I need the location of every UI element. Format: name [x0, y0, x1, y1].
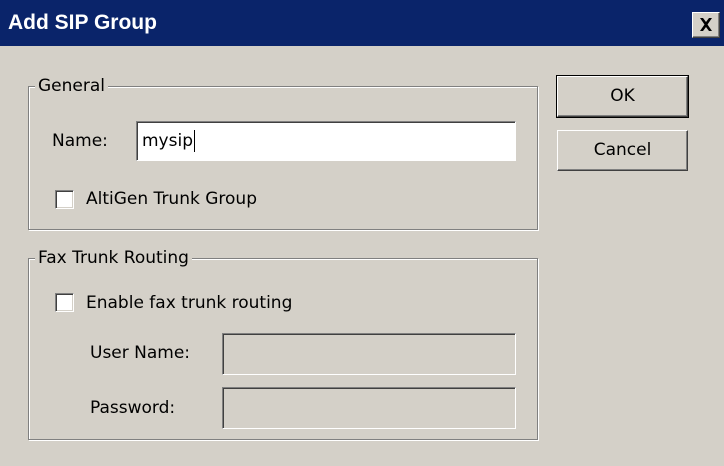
name-input[interactable]: mysip: [136, 121, 516, 161]
username-input[interactable]: [222, 333, 516, 375]
cancel-button-label: Cancel: [593, 140, 652, 160]
username-label: User Name:: [90, 343, 191, 363]
general-group-legend: General: [35, 75, 108, 97]
fax-trunk-routing-legend: Fax Trunk Routing: [35, 247, 192, 269]
close-icon: [700, 18, 712, 31]
password-label: Password:: [90, 398, 176, 418]
window-title: Add SIP Group: [8, 11, 157, 34]
ok-button-label: OK: [610, 86, 635, 106]
enable-fax-routing-checkbox[interactable]: [55, 293, 74, 312]
title-bar[interactable]: Add SIP Group: [0, 0, 724, 46]
text-caret: [194, 130, 195, 152]
altigen-trunk-label[interactable]: AltiGen Trunk Group: [86, 188, 257, 210]
name-input-value: mysip: [142, 131, 193, 151]
altigen-trunk-checkbox[interactable]: [55, 190, 74, 209]
close-button[interactable]: [692, 12, 720, 38]
add-sip-group-dialog: Add SIP Group General Name: mysip AltiGe…: [0, 0, 724, 466]
ok-button[interactable]: OK: [556, 75, 689, 118]
name-label: Name:: [52, 131, 108, 151]
password-input[interactable]: [222, 387, 516, 429]
enable-fax-routing-label[interactable]: Enable fax trunk routing: [86, 292, 292, 314]
cancel-button[interactable]: Cancel: [557, 130, 688, 171]
